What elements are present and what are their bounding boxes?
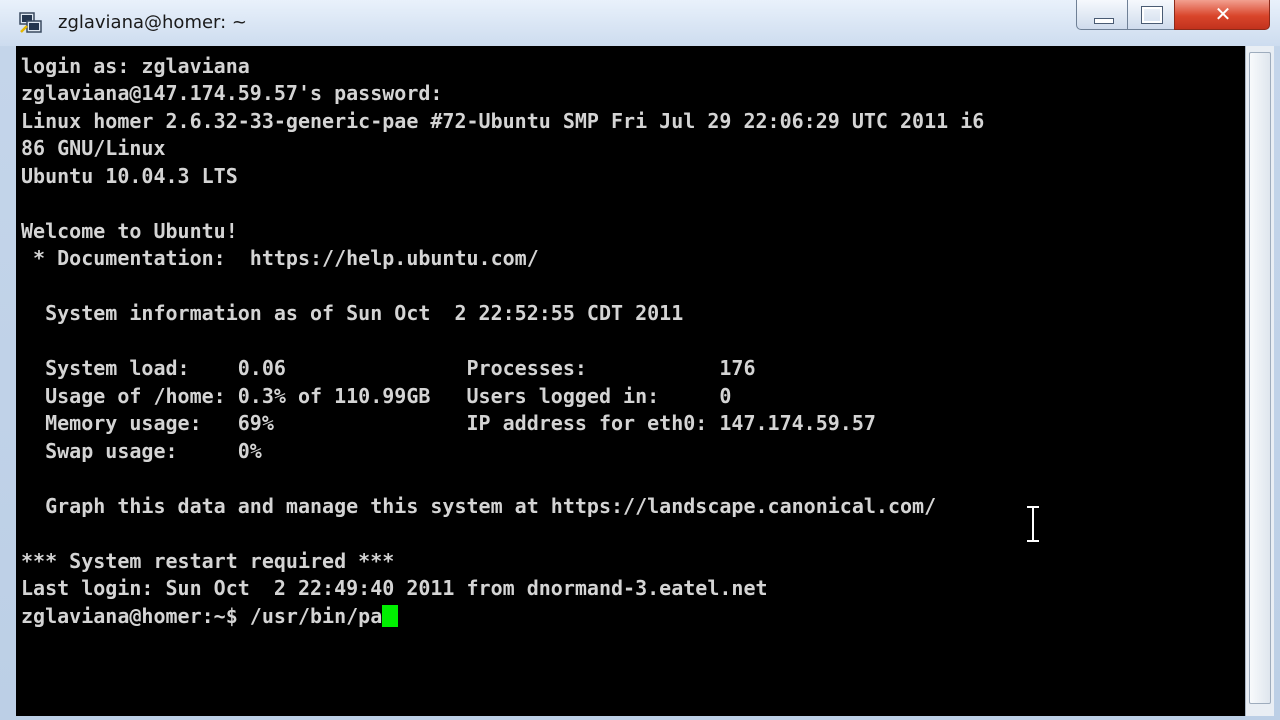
command-line[interactable]: zglaviana@homer:~$ /usr/bin/pa: [21, 603, 399, 630]
maximize-icon: [1141, 6, 1163, 24]
terminal-line: Swap usage: 0%: [21, 439, 262, 463]
terminal-line: Usage of /home: 0.3% of 110.99GB Users l…: [21, 384, 732, 408]
shell-prompt: zglaviana@homer:~$: [21, 604, 250, 628]
terminal-line: * Documentation: https://help.ubuntu.com…: [21, 246, 539, 270]
vertical-scrollbar[interactable]: [1245, 46, 1274, 716]
terminal-line: *** System restart required ***: [21, 549, 395, 573]
minimize-button[interactable]: [1076, 0, 1128, 30]
terminal-output[interactable]: login as: zglaviana zglaviana@147.174.59…: [16, 46, 1245, 716]
terminal-line: login as: zglaviana: [21, 54, 250, 78]
terminal-line: 86 GNU/Linux: [21, 136, 166, 160]
ibeam-cursor-icon: [1027, 505, 1039, 543]
terminal-line: System load: 0.06 Processes: 176: [21, 356, 756, 380]
scrollbar-thumb[interactable]: [1249, 52, 1271, 704]
close-icon: ✕: [1214, 2, 1232, 26]
terminal-line: Memory usage: 69% IP address for eth0: 1…: [21, 411, 876, 435]
title-bar[interactable]: zglaviana@homer: ~ ✕: [0, 0, 1280, 46]
terminal-line: Linux homer 2.6.32-33-generic-pae #72-Ub…: [21, 109, 985, 133]
terminal-line: Graph this data and manage this system a…: [21, 494, 937, 518]
terminal-line: Welcome to Ubuntu!: [21, 219, 238, 243]
terminal-line: zglaviana@147.174.59.57's password:: [21, 81, 443, 105]
terminal-line: Last login: Sun Oct 2 22:49:40 2011 from…: [21, 576, 768, 600]
text-cursor: [382, 605, 399, 627]
close-button[interactable]: ✕: [1174, 0, 1270, 30]
terminal-window: zglaviana@homer: ~ ✕ login as: zglaviana…: [0, 0, 1280, 720]
window-controls: ✕: [1076, 0, 1272, 34]
terminal-line: System information as of Sun Oct 2 22:52…: [21, 301, 684, 325]
minimize-icon: [1094, 18, 1114, 24]
putty-icon: [19, 12, 42, 33]
command-input[interactable]: /usr/bin/pa: [250, 604, 382, 628]
window-title: zglaviana@homer: ~: [58, 12, 248, 33]
maximize-button[interactable]: [1127, 0, 1175, 30]
terminal-line: Ubuntu 10.04.3 LTS: [21, 164, 238, 188]
